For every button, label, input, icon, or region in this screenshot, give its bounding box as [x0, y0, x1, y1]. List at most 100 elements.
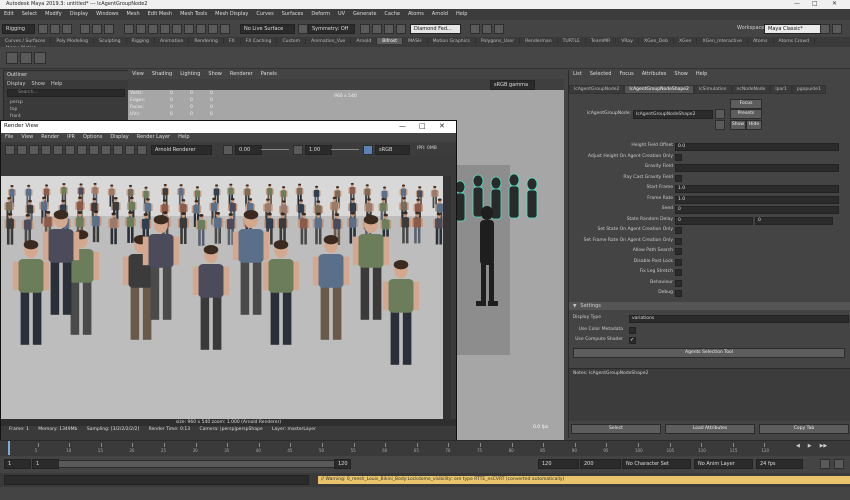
shelf-tab[interactable]: XGen [674, 38, 698, 44]
modeling-toolkit-icon[interactable] [482, 24, 492, 34]
menu-generate[interactable]: Generate [349, 9, 380, 17]
shelf-tool-icon[interactable] [34, 52, 46, 64]
render-view-menu-item[interactable]: File [1, 134, 17, 140]
attribute-checkbox[interactable] [675, 248, 682, 255]
shelf-tab[interactable]: Poly Modeling [51, 38, 95, 44]
copy-tab-button[interactable]: Copy Tab [759, 424, 849, 434]
shelf-tab[interactable]: Animation [155, 38, 190, 44]
snap-vertex-icon[interactable] [184, 24, 194, 34]
shelf-tab[interactable]: FX Caching [241, 38, 278, 44]
snap-normal-icon[interactable] [196, 24, 206, 34]
shelf-tab[interactable]: TURTLE [558, 38, 586, 44]
character-set-dropdown[interactable]: No Character Set [622, 459, 691, 469]
menu-modify[interactable]: Modify [41, 9, 66, 17]
ae-tab[interactable]: lcAgentGroupNode2 [569, 85, 625, 94]
attribute-field[interactable]: 0.0 [675, 143, 839, 151]
minimize-icon[interactable]: — [399, 122, 406, 130]
gamma-slider[interactable] [331, 149, 359, 150]
ae-menu-item[interactable]: Focus [615, 71, 637, 77]
time-slider[interactable]: 5 10 15 20 25 30 35 40 45 50 55 60 65 70 75 80 85 90 95 100… [0, 440, 850, 456]
attribute-checkbox[interactable] [675, 258, 682, 266]
play-back-icon[interactable]: ◀ [796, 443, 800, 449]
history-icon[interactable] [298, 24, 308, 34]
gamma-icon[interactable] [293, 145, 303, 155]
start-time-field[interactable]: 1 [4, 459, 31, 469]
shelf-tab[interactable]: MASH [403, 38, 428, 44]
shelf-tab[interactable]: Polygons_User [476, 38, 521, 44]
green-channel-icon[interactable] [101, 145, 111, 155]
snap-face-icon[interactable] [220, 24, 230, 34]
ipr-render-icon[interactable] [372, 24, 382, 34]
outliner-item[interactable]: persp [10, 99, 128, 106]
hypershade-icon[interactable] [396, 24, 406, 34]
shelf-tab[interactable]: XGen_Interactive [697, 38, 748, 44]
close-icon[interactable]: ✕ [439, 122, 445, 130]
search-field[interactable]: Diamond Fed... [410, 24, 461, 34]
sidebar-toggle-icon[interactable] [820, 24, 830, 34]
shelf-tab[interactable]: Custom [277, 38, 307, 44]
render-view-menu-item[interactable]: IPR [63, 134, 79, 140]
save-scene-icon[interactable] [62, 24, 72, 34]
menu-arnold[interactable]: Arnold [428, 9, 452, 17]
render-frame-icon[interactable] [360, 24, 370, 34]
maximize-icon[interactable]: □ [419, 122, 426, 130]
exposure-field[interactable]: 0.00 [235, 145, 262, 155]
snap-grid-icon[interactable] [124, 24, 134, 34]
node-graph-icon[interactable] [715, 120, 725, 130]
shelf-tab[interactable]: Rendering [189, 38, 224, 44]
viewport-menu-item[interactable]: Panels [257, 71, 281, 77]
shelf-tab[interactable]: Curves / Surfaces [0, 38, 52, 44]
range-out-field[interactable]: 120 [538, 459, 579, 469]
outliner-item[interactable]: front [10, 113, 128, 120]
attribute-checkbox[interactable] [675, 237, 682, 245]
render-settings-icon[interactable] [384, 24, 394, 34]
attribute-field[interactable]: 1.0 [675, 195, 839, 204]
shelf-tab[interactable]: Renderman [520, 38, 558, 44]
viewport-menu-item[interactable]: View [128, 71, 148, 77]
one-to-one-icon[interactable] [137, 145, 147, 155]
close-icon[interactable]: ✕ [832, 0, 837, 7]
select-component-icon[interactable] [104, 24, 114, 34]
graph-editor-icon[interactable] [494, 24, 504, 34]
menu-help[interactable]: Help [452, 9, 471, 17]
remove-image-icon[interactable] [77, 145, 87, 155]
new-scene-icon[interactable] [38, 24, 48, 34]
attribute-checkbox[interactable] [675, 279, 682, 287]
minimize-icon[interactable]: — [794, 0, 800, 7]
menu-display[interactable]: Display [66, 9, 92, 17]
preferences-icon[interactable] [834, 459, 844, 469]
gamma-field[interactable]: 1.00 [305, 145, 332, 155]
shelf-tab[interactable]: Arnold [351, 38, 378, 44]
settings-section-header[interactable]: ▼ Settings [569, 302, 850, 310]
current-time-field[interactable]: 1 [32, 459, 59, 469]
workspace-dropdown[interactable]: Maya Classic* [764, 24, 821, 34]
attribute-field[interactable] [675, 164, 839, 172]
next-key-icon[interactable]: ▶▶ [820, 443, 828, 449]
menu-surfaces[interactable]: Surfaces [278, 9, 308, 17]
render-view-menu-item[interactable]: Render Layer [133, 134, 174, 140]
ipr-icon[interactable] [17, 145, 27, 155]
command-input[interactable] [4, 475, 309, 485]
menu-uv[interactable]: UV [334, 9, 349, 17]
attribute-field[interactable]: 0 [755, 216, 833, 225]
attribute-checkbox[interactable] [675, 174, 682, 182]
sculpt-icon[interactable] [470, 24, 480, 34]
ae-menu-item[interactable]: Attributes [638, 71, 671, 77]
range-slider[interactable] [58, 460, 348, 468]
display-type-dropdown[interactable]: variations [629, 315, 849, 323]
menu-windows[interactable]: Windows [92, 9, 122, 17]
render-view-menu-item[interactable]: View [17, 134, 37, 140]
menu-mesh[interactable]: Mesh [122, 9, 143, 17]
current-frame-marker[interactable] [8, 441, 10, 455]
outliner-item[interactable]: top [10, 106, 128, 113]
attribute-checkbox[interactable] [675, 269, 682, 276]
anim-layer-dropdown[interactable]: No Anim Layer [694, 459, 753, 469]
menu-deform[interactable]: Deform [307, 9, 334, 17]
attribute-field[interactable]: 0 [675, 206, 839, 214]
shelf-tab[interactable]: Atoms Crowd [774, 38, 815, 44]
attribute-field[interactable]: 0 [675, 216, 753, 225]
shelf-tab[interactable]: Bifrost [377, 38, 404, 44]
ae-tab[interactable]: lcAgentGroupNodeShape2 [624, 85, 694, 94]
snap-view-icon[interactable] [160, 24, 170, 34]
exposure-slider[interactable] [261, 149, 289, 150]
